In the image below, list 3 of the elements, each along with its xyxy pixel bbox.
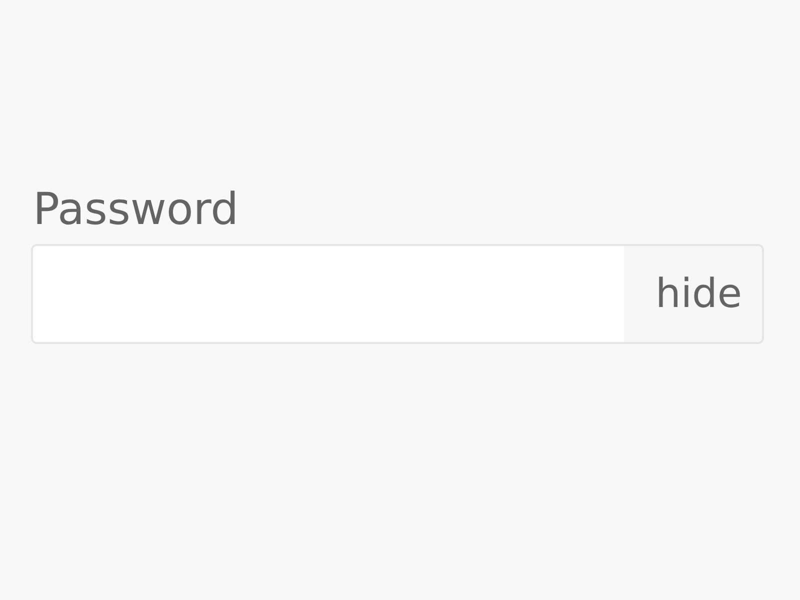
- hide-toggle[interactable]: hide: [624, 246, 762, 342]
- field-label: Password: [33, 183, 239, 237]
- password-field[interactable]: hide: [31, 244, 764, 344]
